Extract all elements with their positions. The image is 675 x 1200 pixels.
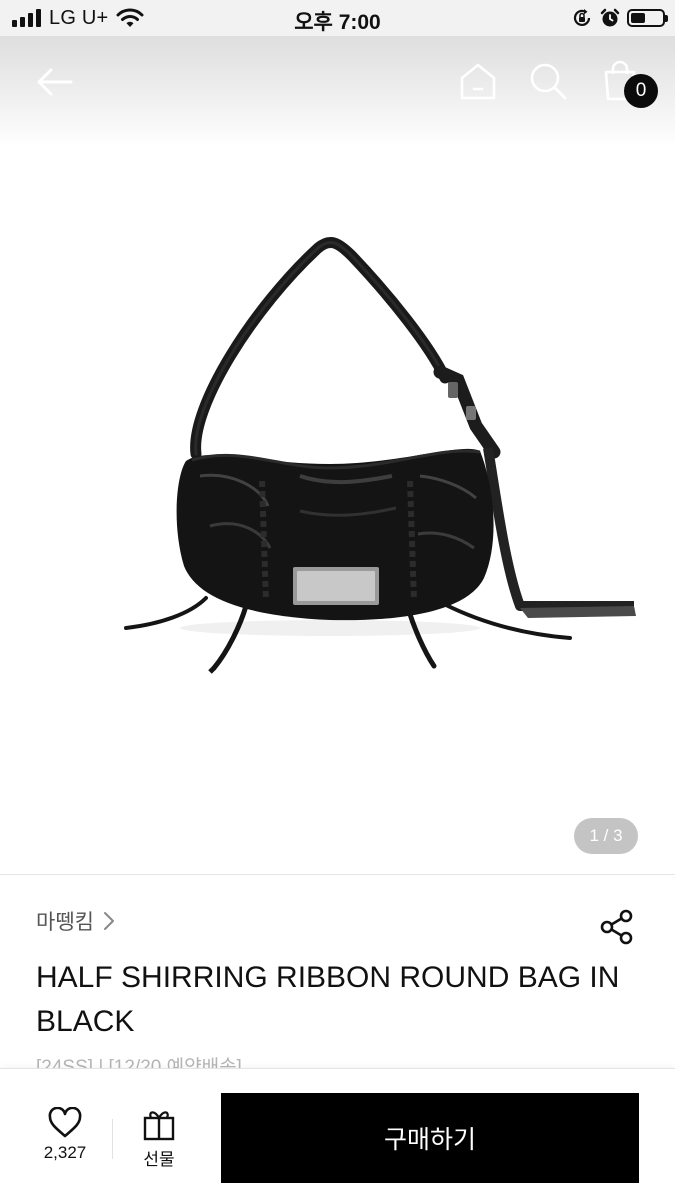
back-button[interactable] xyxy=(30,62,78,102)
divider xyxy=(0,874,675,875)
status-right xyxy=(571,6,668,30)
battery-level xyxy=(631,13,645,23)
chevron-right-icon xyxy=(103,912,114,930)
product-image-gallery[interactable]: 1 / 3 xyxy=(0,146,675,874)
gift-label: 선물 xyxy=(143,1150,175,1169)
home-icon xyxy=(460,63,496,100)
buy-button[interactable]: 구매하기 xyxy=(221,1093,639,1183)
search-icon xyxy=(530,63,567,100)
product-title: HALF SHIRRING RIBBON ROUND BAG IN BLACK xyxy=(36,961,620,1038)
app-header xyxy=(0,36,675,146)
share-button[interactable] xyxy=(598,908,636,946)
product-subtitle: [24SS] | [12/20 예약배송] xyxy=(36,1057,242,1068)
battery-icon xyxy=(627,9,668,27)
gift-button[interactable]: 선물 xyxy=(128,1107,190,1177)
cart-count-badge: 0 xyxy=(624,74,658,108)
home-button[interactable] xyxy=(455,60,501,102)
like-button[interactable]: 2,327 xyxy=(30,1107,100,1177)
product-photo xyxy=(124,236,636,674)
image-page-indicator: 1 / 3 xyxy=(574,818,638,854)
product-detail-screen: LG U+ 오후 7:00 0 1 / 3 마뗑킴 HALF SHIRRING … xyxy=(0,0,675,1200)
search-button[interactable] xyxy=(526,60,570,102)
brand-link[interactable]: 마뗑킴 xyxy=(36,906,116,936)
heart-icon xyxy=(48,1107,82,1138)
like-count: 2,327 xyxy=(43,1143,87,1162)
back-arrow-icon xyxy=(37,68,73,96)
status-bar: LG U+ 오후 7:00 xyxy=(0,0,675,36)
brand-name: 마뗑킴 xyxy=(36,911,94,934)
share-icon xyxy=(600,909,633,945)
rotation-lock-icon xyxy=(573,9,591,27)
alarm-icon xyxy=(600,8,620,27)
bottom-action-bar: 2,327 선물 구매하기 xyxy=(0,1068,675,1200)
gift-icon xyxy=(143,1111,175,1141)
divider xyxy=(112,1119,113,1159)
